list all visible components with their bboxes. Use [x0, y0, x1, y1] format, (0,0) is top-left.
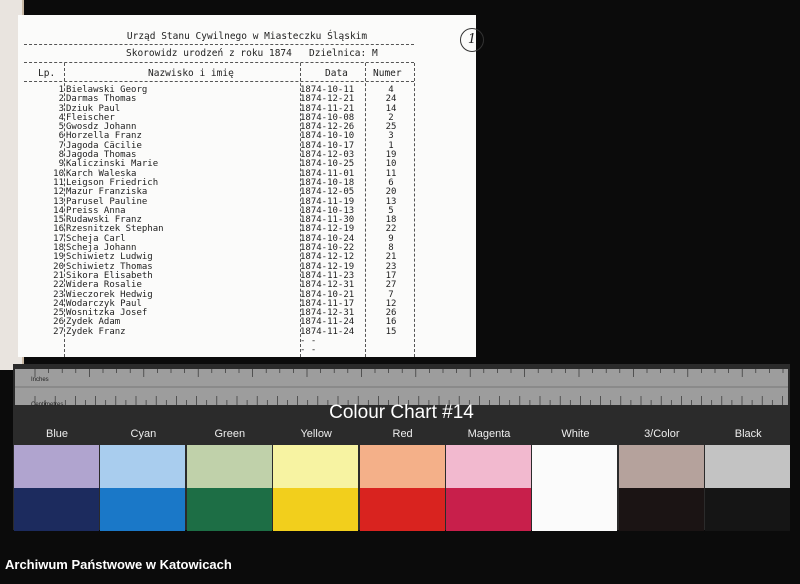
swatch-dark	[100, 488, 186, 531]
district-text: Dzielnica: M	[309, 48, 378, 59]
swatch-light	[186, 445, 272, 488]
swatch-light	[446, 445, 531, 488]
swatch-label: Black	[734, 428, 762, 440]
swatch-dark	[273, 488, 359, 531]
swatch-light	[100, 445, 186, 488]
swatch-label: Red	[392, 428, 413, 440]
divider	[24, 81, 414, 82]
col-header-lp: Lp.	[38, 68, 56, 79]
swatch-dark	[14, 488, 99, 531]
swatch-dark	[186, 488, 272, 531]
divider	[24, 44, 414, 45]
swatch-light	[532, 445, 618, 488]
swatch-light	[618, 445, 704, 488]
row-lp: 27	[53, 326, 64, 337]
swatch-label: Magenta	[467, 428, 511, 440]
swatch-dark	[705, 488, 791, 531]
index-rows: 1 Bielawski Georg 1874-10-11 4 2 Darmas Thoma…	[18, 85, 438, 356]
swatch-dark	[446, 488, 531, 531]
swatch-label: Blue	[45, 428, 69, 440]
colour-chart-title: Colour Chart #14	[329, 402, 474, 423]
page-number: 1	[460, 28, 484, 52]
col-header-date: Data	[325, 68, 348, 79]
swatch-light	[273, 445, 359, 488]
swatch-label: Cyan	[130, 428, 157, 440]
swatch-label: Yellow	[300, 428, 332, 440]
archive-footer: Archiwum Państwowe w Katowicach	[5, 557, 232, 572]
table-row: - -	[18, 336, 438, 346]
row-number: 15	[385, 326, 397, 337]
swatch-label: Green	[214, 428, 246, 440]
swatch-light	[14, 445, 99, 488]
table-row: - -	[18, 345, 438, 356]
swatch-label: White	[561, 428, 590, 440]
ruler-inches-label: Inches	[31, 377, 49, 383]
swatch-dark	[532, 488, 618, 531]
index-document: Urząd Stanu Cywilnego w Miasteczku Śląsk…	[18, 15, 484, 357]
ruler-ticks	[15, 369, 797, 405]
subtitle-text: Skorowidz urodzeń z roku 1874	[126, 48, 292, 59]
swatch-light	[359, 445, 445, 488]
document-subtitle: Skorowidz urodzeń z roku 1874 Dzielnica:…	[126, 48, 378, 59]
col-header-number: Numer	[373, 68, 402, 79]
row-name: Zydek Franz	[66, 326, 126, 337]
row-date: - -	[300, 345, 317, 356]
swatch-dark	[359, 488, 445, 531]
col-header-name: Nazwisko i imię	[148, 68, 234, 79]
colour-chart: Inches Centimetres Colour Chart #14 Blue…	[13, 364, 797, 531]
table-row: 27 Zydek Franz 1874-11-24 15	[18, 326, 438, 337]
swatch-label: 3/Color	[644, 428, 680, 440]
ruler: Inches Centimetres	[15, 369, 797, 408]
document-title: Urząd Stanu Cywilnego w Miasteczku Śląsk…	[126, 31, 368, 42]
swatch-light	[705, 445, 791, 488]
swatch-dark	[618, 488, 704, 531]
divider	[24, 62, 414, 63]
